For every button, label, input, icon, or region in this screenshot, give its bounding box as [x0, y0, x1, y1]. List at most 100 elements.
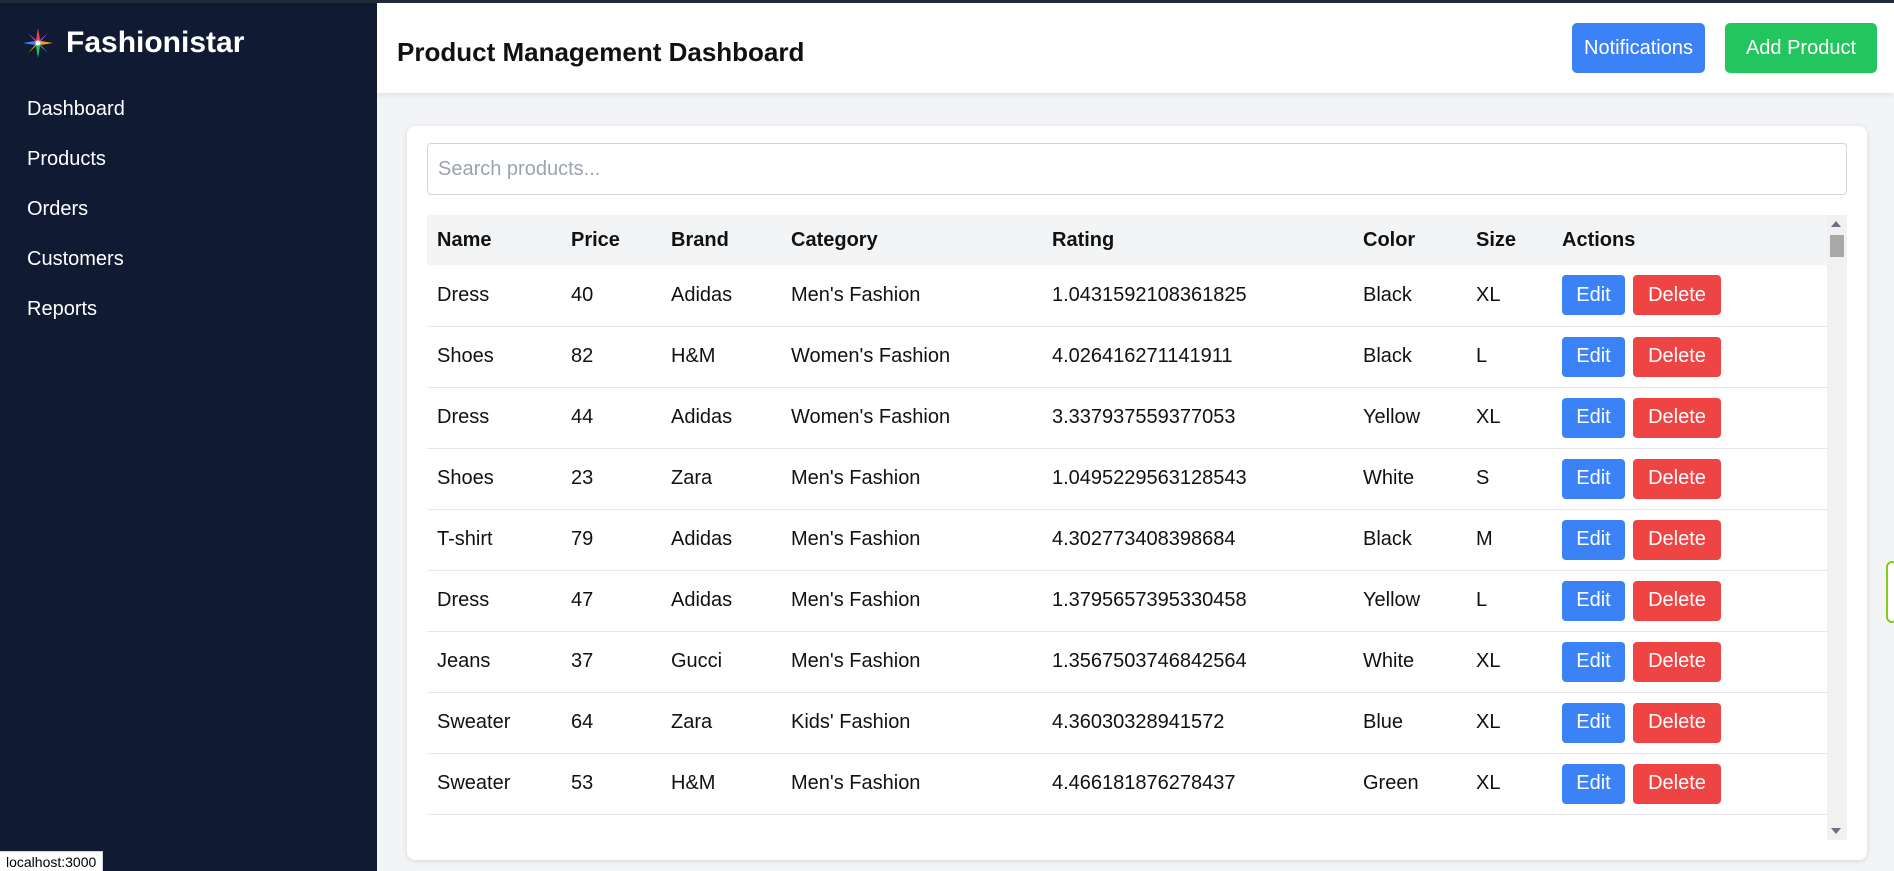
cell-size: XL [1476, 772, 1501, 794]
edit-button[interactable]: Edit [1562, 275, 1625, 316]
notifications-button[interactable]: Notifications [1572, 23, 1705, 73]
column-header-actions: Actions [1562, 228, 1636, 251]
edit-button[interactable]: Edit [1562, 336, 1625, 377]
scrollbar-thumb[interactable] [1830, 235, 1844, 257]
cell-category: Women's Fashion [791, 345, 951, 367]
cell-category: Women's Fashion [791, 406, 951, 428]
cell-brand: H&M [671, 345, 716, 367]
delete-button[interactable]: Delete [1633, 397, 1721, 438]
cell-rating: 4.466181876278437 [1052, 772, 1236, 794]
cell-rating: 1.0431592108361825 [1052, 283, 1247, 306]
cell-brand: Adidas [671, 589, 733, 611]
delete-button[interactable]: Delete [1633, 275, 1721, 316]
cell-price: 53 [571, 772, 594, 794]
sidebar-item-reports[interactable]: Reports [0, 290, 377, 340]
cell-price: 79 [571, 528, 594, 550]
table-row: Dress 47 Adidas Men's Fashion 1.379565739533… [427, 570, 1833, 631]
column-header-color: Color [1363, 228, 1416, 251]
edit-button[interactable]: Edit [1562, 397, 1625, 438]
scroll-up-arrow-icon[interactable] [1831, 221, 1841, 227]
delete-button[interactable]: Delete [1633, 702, 1721, 743]
delete-button[interactable]: Delete [1633, 336, 1721, 377]
column-header-rating: Rating [1052, 228, 1115, 251]
table-header-row: Name Price Brand Category Rating Color S… [427, 215, 1833, 265]
sidebar: Fashionistar Dashboard Products Orders C… [0, 0, 377, 871]
cell-size: XL [1476, 283, 1501, 306]
cell-color: Black [1363, 345, 1412, 367]
cell-rating: 1.3795657395330458 [1052, 589, 1247, 611]
delete-button[interactable]: Delete [1633, 580, 1721, 621]
edit-button[interactable]: Edit [1562, 580, 1625, 621]
cell-color: White [1363, 650, 1415, 672]
table-row: T-shirt 79 Adidas Men's Fashion 4.3027734083… [427, 509, 1833, 570]
cell-brand: Adidas [671, 283, 733, 306]
edit-button[interactable]: Edit [1562, 763, 1625, 804]
delete-button[interactable]: Delete [1633, 641, 1721, 682]
delete-button[interactable]: Delete [1633, 519, 1721, 560]
brand[interactable]: Fashionistar [22, 26, 244, 60]
cell-price: 40 [571, 283, 594, 306]
cell-actions: Edit Delete [1552, 509, 1833, 570]
table-row: Dress 44 Adidas Women's Fashion 3.3379375593… [427, 387, 1833, 448]
cell-actions: Edit Delete [1552, 387, 1833, 448]
cell-rating: 4.302773408398684 [1052, 528, 1236, 550]
cell-brand: Adidas [671, 406, 733, 428]
page-title: Product Management Dashboard [397, 37, 805, 67]
table-row: Sweater 64 Zara Kids' Fashion 4.360303289415… [427, 692, 1833, 753]
cell-size: M [1476, 528, 1493, 550]
cell-brand: Gucci [671, 650, 723, 672]
cell-category: Men's Fashion [791, 650, 921, 672]
sidebar-item-dashboard[interactable]: Dashboard [0, 90, 377, 140]
delete-button[interactable]: Delete [1633, 763, 1721, 804]
header: Product Management Dashboard Notificatio… [377, 3, 1894, 93]
cell-size: XL [1476, 711, 1501, 733]
cell-color: Black [1363, 528, 1412, 550]
table-row: Shoes 82 H&M Women's Fashion 4.0264162711419… [427, 326, 1833, 387]
products-card: Name Price Brand Category Rating Color S… [407, 126, 1867, 860]
cell-rating: 1.0495229563128543 [1052, 467, 1247, 489]
edit-button[interactable]: Edit [1562, 702, 1625, 743]
table-scrollbar[interactable] [1827, 215, 1847, 840]
table-row: Sweater 53 H&M Men's Fashion 4.4661818762784… [427, 753, 1833, 814]
cell-actions: Edit Delete [1552, 631, 1833, 692]
cell-size: L [1476, 589, 1488, 611]
sidebar-item-orders[interactable]: Orders [0, 190, 377, 240]
sidebar-item-customers[interactable]: Customers [0, 240, 377, 290]
cell-brand: Zara [671, 467, 713, 489]
cell-color: Yellow [1363, 589, 1421, 611]
edit-button[interactable]: Edit [1562, 641, 1625, 682]
cell-brand: Adidas [671, 528, 733, 550]
scroll-down-arrow-icon[interactable] [1831, 828, 1841, 834]
cell-actions: Edit Delete [1552, 265, 1833, 326]
products-table-container[interactable]: Name Price Brand Category Rating Color S… [427, 215, 1833, 840]
add-product-button[interactable]: Add Product [1725, 23, 1877, 73]
edit-button[interactable]: Edit [1562, 519, 1625, 560]
column-header-brand: Brand [671, 228, 729, 251]
search-input[interactable] [427, 143, 1847, 195]
star-burst-icon [23, 28, 53, 58]
cell-brand: Zara [671, 711, 713, 733]
edge-side-widget[interactable] [1886, 561, 1894, 623]
cell-size: S [1476, 467, 1490, 489]
cell-color: Yellow [1363, 406, 1421, 428]
cell-name: Jeans [437, 650, 491, 672]
cell-brand: H&M [671, 772, 716, 794]
cell-size: L [1476, 345, 1488, 367]
cell-name: Dress [437, 589, 490, 611]
table-row: Shoes 23 Zara Men's Fashion 1.04952295631285… [427, 448, 1833, 509]
cell-category: Men's Fashion [791, 772, 921, 794]
delete-button[interactable]: Delete [1633, 458, 1721, 499]
column-header-price: Price [571, 228, 620, 251]
cell-price: 23 [571, 467, 594, 489]
sidebar-item-products[interactable]: Products [0, 140, 377, 190]
cell-name: Shoes [437, 467, 494, 489]
cell-price: 37 [571, 650, 594, 672]
cell-category: Men's Fashion [791, 467, 921, 489]
cell-actions: Edit Delete [1552, 692, 1833, 753]
edit-button[interactable]: Edit [1562, 458, 1625, 499]
column-header-category: Category [791, 228, 878, 251]
table-body: Dress 40 Adidas Men's Fashion 1.043159210836… [427, 265, 1833, 814]
cell-size: XL [1476, 650, 1501, 672]
cell-name: Sweater [437, 711, 511, 733]
sidebar-nav: Dashboard Products Orders Customers Repo… [0, 90, 377, 340]
